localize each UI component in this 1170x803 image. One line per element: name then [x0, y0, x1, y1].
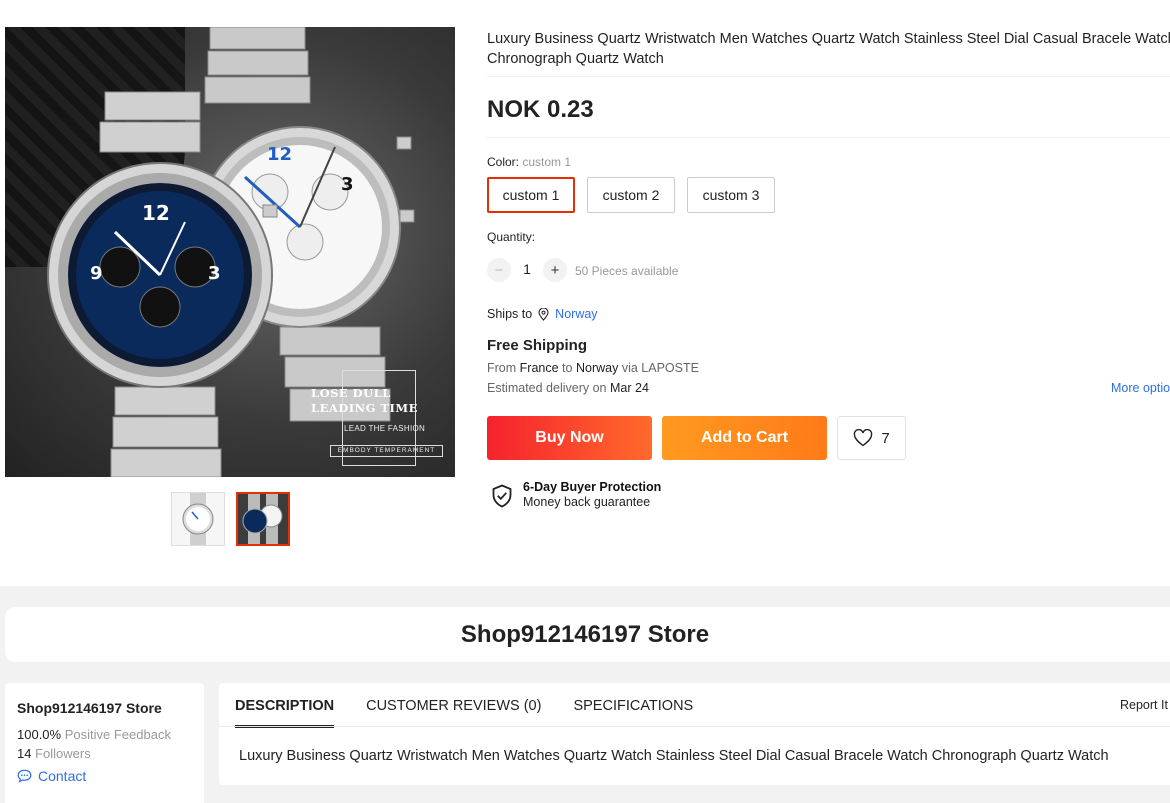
buyer-protection: 6-Day Buyer Protection Money back guaran… — [491, 480, 661, 509]
via-word: via — [621, 361, 638, 375]
plus-icon[interactable]: + — [543, 258, 567, 282]
description-text: Luxury Business Quartz Wristwatch Men Wa… — [239, 748, 1109, 764]
report-item-link[interactable]: Report It — [1120, 698, 1168, 712]
product-price: NOK 0.23 — [487, 96, 594, 123]
svg-text:9: 9 — [90, 263, 103, 284]
store-banner[interactable]: Shop912146197 Store — [5, 607, 1170, 662]
tab-specifications[interactable]: SPECIFICATIONS — [573, 683, 693, 727]
from-country: France — [519, 361, 559, 375]
estimated-prefix: Estimated delivery on — [487, 381, 607, 395]
contact-button[interactable]: Contact — [17, 768, 192, 784]
quantity-value[interactable]: 1 — [517, 261, 537, 277]
feedback-label: Positive Feedback — [64, 727, 171, 742]
thumbnail-1[interactable] — [171, 492, 225, 546]
svg-text:12: 12 — [142, 201, 170, 225]
svg-text:12: 12 — [267, 144, 292, 165]
image-subtagline: LEAD THE FASHION — [344, 424, 426, 433]
minus-icon[interactable]: − — [487, 258, 511, 282]
thumbnail-watch-white — [182, 493, 214, 545]
store-followers: 14 Followers — [17, 746, 192, 761]
color-selected-value: custom 1 — [522, 155, 572, 169]
estimated-delivery: Estimated delivery on Mar 24 — [487, 381, 649, 395]
ships-to-country-link[interactable]: Norway — [555, 307, 597, 321]
color-option-custom-1[interactable]: custom 1 — [487, 177, 575, 213]
carrier: LAPOSTE — [641, 361, 699, 375]
quantity-available: 50 Pieces available — [575, 264, 679, 278]
color-label-text: Color: — [487, 155, 520, 169]
divider — [487, 76, 1170, 77]
store-info-card: Shop912146197 Store 100.0% Positive Feed… — [5, 683, 204, 803]
location-pin-icon — [538, 307, 549, 321]
followers-label: Followers — [35, 746, 91, 761]
contact-label: Contact — [38, 768, 87, 784]
product-title: Luxury Business Quartz Wristwatch Men Wa… — [487, 31, 1170, 67]
chat-icon — [17, 769, 32, 783]
add-to-cart-button[interactable]: Add to Cart — [662, 416, 827, 460]
svg-text:3: 3 — [341, 174, 354, 195]
to-country: Norway — [575, 361, 619, 375]
svg-text:3: 3 — [208, 263, 221, 284]
feedback-value: 100.0% — [17, 727, 62, 742]
protection-subtitle: Money back guarantee — [523, 495, 651, 509]
more-options-link[interactable]: More optio — [1111, 381, 1170, 395]
shipping-route: From France to Norway via LAPOSTE — [487, 361, 699, 375]
shield-check-icon — [491, 484, 513, 508]
store-feedback: 100.0% Positive Feedback — [17, 727, 192, 742]
color-option-custom-2[interactable]: custom 2 — [587, 177, 675, 213]
wishlist-count: 7 — [881, 429, 890, 447]
ships-to-label: Ships to — [487, 307, 533, 321]
to-word: to — [562, 361, 573, 375]
tab-divider — [219, 726, 1170, 727]
ships-to: Ships to Norway — [487, 307, 598, 321]
image-banner: EMBODY TEMPERAMENT — [330, 445, 443, 457]
color-label: Color: custom 1 — [487, 155, 571, 169]
protection-title: 6-Day Buyer Protection — [523, 480, 662, 494]
image-tagline: LOSE DULL LEADING TIME — [311, 386, 418, 415]
tab-customer-reviews[interactable]: CUSTOMER REVIEWS (0) — [366, 683, 541, 727]
divider — [487, 137, 1170, 138]
product-main-image[interactable]: 12 3 12 9 3 LOSE DULL LEADING TIME LEAD … — [5, 27, 455, 477]
store-name[interactable]: Shop912146197 Store — [17, 700, 192, 716]
followers-value: 14 — [17, 746, 32, 761]
thumbnail-watches-pair — [242, 494, 283, 544]
quantity-label: Quantity: — [487, 230, 536, 244]
tab-bar: DESCRIPTION CUSTOMER REVIEWS (0) SPECIFI… — [235, 683, 693, 728]
wishlist-button[interactable]: 7 — [837, 416, 906, 460]
tab-description[interactable]: DESCRIPTION — [235, 683, 335, 728]
estimated-date: Mar 24 — [610, 381, 649, 395]
from-prefix: From — [487, 361, 517, 375]
free-shipping-title: Free Shipping — [487, 337, 588, 354]
heart-icon — [853, 429, 873, 447]
thumbnail-2[interactable] — [236, 492, 290, 546]
color-option-custom-3[interactable]: custom 3 — [687, 177, 775, 213]
buy-now-button[interactable]: Buy Now — [487, 416, 652, 460]
description-card: DESCRIPTION CUSTOMER REVIEWS (0) SPECIFI… — [219, 683, 1170, 785]
